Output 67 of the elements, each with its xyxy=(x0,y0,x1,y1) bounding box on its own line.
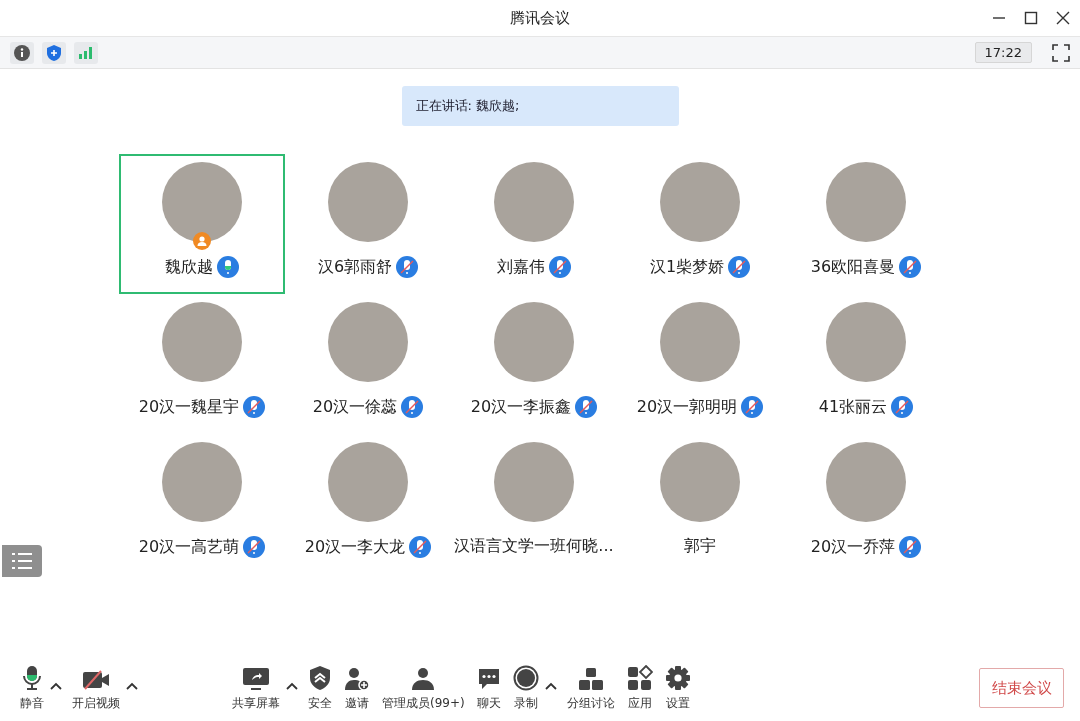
participant-tile[interactable]: 20汉一李大龙 xyxy=(285,434,451,574)
shield-icon[interactable] xyxy=(42,41,66,64)
toolbar-button[interactable]: 静音 xyxy=(14,662,50,712)
end-meeting-button[interactable]: 结束会议 xyxy=(979,668,1064,708)
participant-tile[interactable]: 汉1柴梦娇 xyxy=(617,154,783,294)
shield-icon xyxy=(309,665,331,691)
add-user-icon xyxy=(344,667,370,691)
participant-name: 20汉一高艺萌 xyxy=(138,536,240,558)
fullscreen-icon[interactable] xyxy=(1052,43,1070,62)
screen-share-icon xyxy=(242,667,270,691)
participant-name: 郭宇 xyxy=(684,536,716,557)
participant-name: 20汉一徐蕊 xyxy=(312,396,398,418)
camera-off-icon xyxy=(82,669,110,691)
toolbar-button[interactable]: 设置 xyxy=(658,662,697,712)
info-icon[interactable] xyxy=(10,41,34,64)
participant-name: 20汉一郭明明 xyxy=(636,396,738,418)
toolbar-button[interactable]: 聊天 xyxy=(470,662,507,712)
user-icon xyxy=(410,667,437,691)
participant-name: 20汉一乔萍 xyxy=(810,536,896,558)
participant-tile[interactable]: 汉语言文学一班何晓... xyxy=(451,434,617,574)
participant-name: 汉1柴梦娇 xyxy=(649,256,725,278)
settings-icon xyxy=(664,665,691,691)
speaking-banner: 正在讲话: 魏欣越; xyxy=(401,86,679,126)
apps-icon xyxy=(626,665,653,691)
participant-tile[interactable]: 20汉一魏星宇 xyxy=(119,294,285,434)
participant-name: 36欧阳喜曼 xyxy=(810,256,896,278)
close-icon[interactable] xyxy=(1056,11,1070,25)
participant-name: 20汉一魏星宇 xyxy=(138,396,240,418)
participant-name: 刘嘉伟 xyxy=(497,256,545,278)
participant-name: 汉语言文学一班何晓... xyxy=(454,536,614,557)
participant-tile[interactable]: 20汉一乔萍 xyxy=(783,434,949,574)
chat-icon xyxy=(476,667,501,691)
caret-icon[interactable] xyxy=(544,682,557,690)
participant-name: 41张丽云 xyxy=(818,396,888,418)
maximize-icon[interactable] xyxy=(1024,11,1038,25)
participant-tile[interactable]: 41张丽云 xyxy=(783,294,949,434)
participant-tile[interactable]: 郭宇 xyxy=(617,434,783,574)
caret-icon[interactable] xyxy=(126,682,138,690)
toolbar-button[interactable]: 分组讨论 xyxy=(560,662,621,712)
list-button[interactable] xyxy=(2,545,42,577)
participant-name: 魏欣越 xyxy=(165,256,213,278)
list-icon xyxy=(12,552,32,570)
toolbar-button[interactable]: 开启视频 xyxy=(66,662,126,712)
participant-tile[interactable]: 20汉一高艺萌 xyxy=(119,434,285,574)
participant-tile[interactable]: 刘嘉伟 xyxy=(451,154,617,294)
toolbar-button[interactable]: 邀请 xyxy=(338,662,376,712)
toolbar-button[interactable]: 安全 xyxy=(302,662,338,712)
toolbar-button[interactable]: 录制 xyxy=(506,662,545,712)
caret-icon[interactable] xyxy=(50,682,62,690)
microphone-icon xyxy=(22,665,42,691)
participant-tile[interactable]: 36欧阳喜曼 xyxy=(783,154,949,294)
toolbar-button[interactable]: 应用 xyxy=(620,662,659,712)
blocks-icon xyxy=(577,667,604,691)
toolbar-button[interactable]: 管理成员(99+) xyxy=(376,662,471,712)
toolbar-button[interactable]: 共享屏幕 xyxy=(226,662,286,712)
window-title: 腾讯会议 xyxy=(510,8,570,28)
meeting-time: 17:22 xyxy=(974,42,1032,63)
caret-icon[interactable] xyxy=(286,682,298,690)
participant-tile[interactable]: 汉6郭雨舒 xyxy=(285,154,451,294)
participant-name: 20汉一李振鑫 xyxy=(470,396,572,418)
participant-name: 汉6郭雨舒 xyxy=(317,256,393,278)
participant-tile[interactable]: 20汉一李振鑫 xyxy=(451,294,617,434)
participant-tile[interactable]: 20汉一郭明明 xyxy=(617,294,783,434)
participant-tile[interactable]: 20汉一徐蕊 xyxy=(285,294,451,434)
participant-tile[interactable]: 魏欣越 xyxy=(119,154,285,294)
record-icon xyxy=(512,665,539,691)
participant-name: 20汉一李大龙 xyxy=(304,536,406,558)
